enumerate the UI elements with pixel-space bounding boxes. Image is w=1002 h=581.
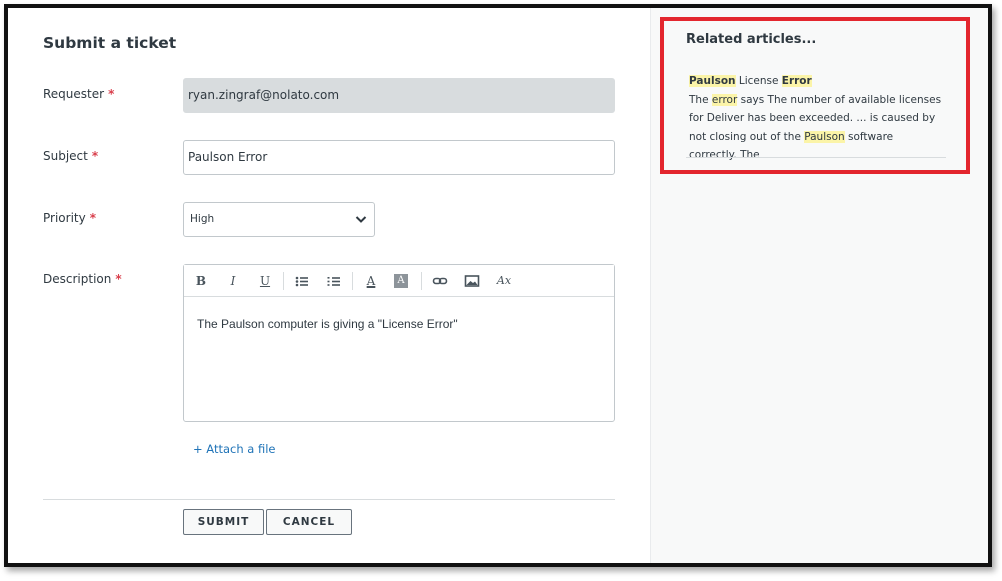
chevron-down-icon: [355, 216, 367, 223]
editor-toolbar: B I U A A Ax: [184, 265, 614, 297]
bold-button[interactable]: B: [192, 272, 210, 290]
requester-field: ryan.zingraf@nolato.com: [183, 78, 615, 113]
subject-label: Subject *: [43, 149, 98, 163]
requester-label-text: Requester: [43, 87, 105, 101]
related-article[interactable]: Paulson License Error The error says The…: [689, 72, 944, 165]
priority-label: Priority *: [43, 211, 96, 225]
required-marker: *: [89, 211, 96, 225]
priority-value: High: [190, 213, 215, 225]
description-editor[interactable]: B I U A A Ax The Paulson computer is giv…: [183, 264, 615, 422]
form-divider: [43, 499, 615, 500]
excerpt-text: The: [689, 93, 712, 106]
bulleted-list-button[interactable]: [293, 272, 311, 290]
description-text: The Paulson computer is giving a "Licens…: [197, 317, 458, 331]
required-marker: *: [108, 87, 115, 101]
description-label: Description *: [43, 272, 122, 286]
submit-button[interactable]: SUBMIT: [183, 509, 264, 535]
article-divider: [686, 157, 946, 158]
attach-file-link[interactable]: + Attach a file: [193, 442, 276, 456]
article-title-text: License: [735, 75, 782, 87]
numbered-list-icon: [327, 277, 340, 286]
numbered-list-button[interactable]: [325, 272, 343, 290]
related-articles-panel: Related articles... Paulson License Erro…: [650, 8, 988, 563]
window-frame: Submit a ticket Requester * ryan.zingraf@…: [4, 4, 992, 567]
required-marker: *: [115, 272, 122, 286]
image-button[interactable]: [463, 272, 481, 290]
link-button[interactable]: [431, 272, 449, 290]
related-articles-title: Related articles...: [686, 32, 817, 47]
search-highlight: error: [711, 93, 738, 106]
link-icon: [432, 277, 448, 285]
cancel-button[interactable]: CANCEL: [266, 509, 352, 535]
article-excerpt: The error says The number of available l…: [689, 91, 944, 165]
required-marker: *: [91, 149, 99, 163]
requester-label: Requester *: [43, 87, 114, 101]
priority-select[interactable]: High: [183, 202, 375, 237]
toolbar-separator: [283, 272, 284, 290]
ticket-form: Submit a ticket Requester * ryan.zingraf@…: [8, 8, 650, 563]
subject-label-text: Subject: [43, 149, 88, 163]
priority-label-text: Priority: [43, 211, 86, 225]
subject-input[interactable]: Paulson Error: [183, 140, 615, 175]
clear-format-button[interactable]: Ax: [495, 272, 513, 290]
search-highlight: Paulson: [804, 130, 845, 143]
toolbar-separator: [421, 272, 422, 290]
toolbar-separator: [352, 272, 353, 290]
bulleted-list-icon: [295, 276, 308, 287]
italic-button[interactable]: I: [224, 272, 242, 290]
search-highlight: Error: [781, 75, 812, 87]
page-title: Submit a ticket: [43, 34, 177, 52]
underline-button[interactable]: U: [256, 272, 274, 290]
article-title-link[interactable]: Paulson License Error: [689, 72, 944, 91]
image-icon: [464, 275, 480, 287]
font-color-button[interactable]: A: [362, 272, 380, 290]
description-label-text: Description: [43, 272, 112, 286]
search-highlight: Paulson: [689, 75, 736, 87]
background-color-button[interactable]: A: [394, 274, 408, 288]
